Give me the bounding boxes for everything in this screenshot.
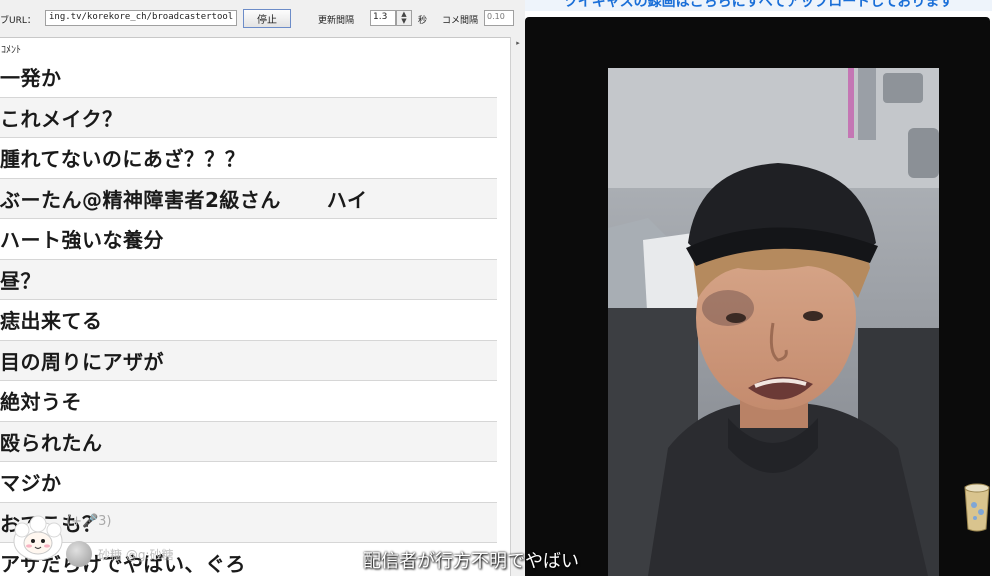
comment-panel: ｺﾒﾝﾄ 一発かこれメイク？ 腫れてないのにあざ？？？ ぶーたん@精神障害者2級さん…: [0, 37, 512, 576]
comment-interval-input[interactable]: 0.10: [484, 10, 514, 26]
url-input[interactable]: ing.tv/korekore_ch/broadcastertool: [45, 10, 237, 26]
comment-text: 殴られたん: [0, 430, 103, 455]
comment-scrollbar[interactable]: ▸: [510, 37, 525, 576]
comment-row[interactable]: 痣出来てる: [0, 300, 497, 341]
comment-extra-text: ハイ: [326, 187, 368, 212]
banner-text: ツイキャスの録画はこちらにすべてアップロードしております: [563, 0, 954, 10]
scroll-up-arrow-icon[interactable]: ▸: [511, 39, 525, 51]
interval-label: 更新間隔: [318, 16, 355, 26]
comment-row[interactable]: 絶対うそ: [0, 381, 497, 422]
comment-text: 絶対うそ: [0, 390, 82, 415]
comment-text: 痣出来てる: [0, 309, 103, 334]
comment-text: 昼？: [0, 268, 41, 293]
video-subtitle: 配信者が行方不明でやばい: [363, 551, 579, 572]
comment-text: 腫れてないのにあざ？？？: [0, 147, 246, 172]
comment-row[interactable]: ぶーたん@精神障害者2級さん ハイ: [0, 178, 497, 219]
comment-column-header: ｺﾒﾝﾄ: [1, 45, 21, 56]
broadcaster-tool-window: ブURL： ing.tv/korekore_ch/broadcastertool…: [0, 0, 525, 576]
comment-list: 一発かこれメイク？ 腫れてないのにあざ？？？ ぶーたん@精神障害者2級さん ハイハート…: [0, 57, 497, 576]
interval-input[interactable]: 1.3: [370, 10, 396, 26]
comment-row[interactable]: 目の周りにアザが: [0, 340, 497, 381]
interval-spinner[interactable]: ▲ ▼: [396, 10, 412, 26]
comment-text: マジか: [0, 471, 62, 496]
drink-cup-icon[interactable]: [962, 481, 992, 533]
comment-text: 目の周りにアザが: [0, 349, 164, 374]
comment-row[interactable]: 腫れてないのにあざ？？？: [0, 138, 497, 179]
sheep-mascot-icon: [13, 515, 63, 561]
comment-text: 一発か: [0, 66, 62, 91]
comment-text: ぶーたん@精神障害者2級さん: [0, 187, 281, 212]
user-avatar: [66, 541, 92, 567]
comment-row[interactable]: ハート強いな養分: [0, 219, 497, 260]
comment-row[interactable]: 昼？: [0, 259, 497, 300]
comment-row[interactable]: マジか: [0, 462, 497, 503]
comment-row[interactable]: これメイク？: [0, 97, 497, 138]
stop-button[interactable]: 停止: [243, 9, 291, 28]
spin-down-icon[interactable]: ▼: [397, 18, 411, 25]
seconds-label: 秒: [418, 16, 428, 26]
top-banner: ツイキャスの録画はこちらにすべてアップロードしております: [525, 0, 992, 11]
reaction-count: (+🎤3): [66, 514, 112, 529]
comment-interval-label: コメ間隔: [442, 16, 479, 26]
url-label: ブURL：: [0, 16, 36, 26]
video-frame: [608, 68, 939, 576]
comment-text: これメイク？: [0, 106, 123, 131]
comment-row[interactable]: 一発か: [0, 57, 497, 98]
reaction-overlay: (+🎤3) 砂糖 @g:砂糖: [0, 504, 220, 576]
comment-row[interactable]: 殴られたん: [0, 421, 497, 462]
streamer-video-image: [608, 68, 939, 576]
toolbar: ブURL： ing.tv/korekore_ch/broadcastertool…: [0, 0, 525, 36]
user-name: 砂糖 @g:砂糖: [98, 548, 174, 562]
comment-text: ハート強いな養分: [0, 228, 164, 253]
